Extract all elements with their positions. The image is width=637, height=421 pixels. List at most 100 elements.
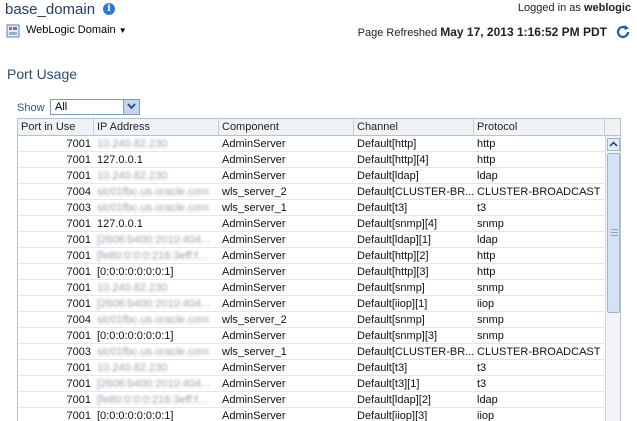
- cell-ip-address: 127.0.0.1: [97, 154, 143, 166]
- cell-channel: Default[http]: [357, 138, 417, 150]
- cell-ip-address: [2606:b400:2010:404...: [97, 378, 211, 390]
- cell-port: 7001: [66, 154, 91, 166]
- refresh-icon[interactable]: [615, 24, 631, 40]
- login-user[interactable]: weblogic: [584, 2, 631, 14]
- table-row[interactable]: 7001 [fe80:0:0:0:216:3eff:f... AdminServer…: [18, 392, 605, 408]
- cell-channel: Default[ldap][2]: [357, 394, 431, 406]
- table-row[interactable]: 7001 [2606:b400:2010:404... AdminServer Def…: [18, 376, 605, 392]
- cell-component: AdminServer: [222, 330, 286, 342]
- scroll-up-button[interactable]: [607, 138, 620, 151]
- table-row[interactable]: 7001 127.0.0.1 AdminServer Default[snmp][4]…: [18, 216, 605, 232]
- cell-component: AdminServer: [222, 266, 286, 278]
- scroll-thumb-grip: [611, 232, 618, 233]
- table-row[interactable]: 7001 10.240.82.230 AdminServer Default[snmp…: [18, 280, 605, 296]
- cell-channel: Default[snmp][4]: [357, 218, 438, 230]
- cell-channel: Default[CLUSTER-BR...: [357, 346, 474, 358]
- table-row[interactable]: 7001 10.240.82.230 AdminServer Default[t3] t…: [18, 360, 605, 376]
- cell-protocol: iiop: [477, 298, 495, 310]
- show-select[interactable]: All: [50, 99, 140, 115]
- cell-port: 7001: [66, 170, 91, 182]
- scroll-thumb[interactable]: [607, 153, 620, 313]
- cell-component: wls_server_2: [222, 186, 287, 198]
- scroll-thumb-grip: [611, 229, 618, 230]
- table-row[interactable]: 7003 slc01fbc.us.oracle.com wls_server_1 De…: [18, 344, 605, 360]
- section-title: Port Usage: [7, 66, 78, 82]
- table-row[interactable]: 7001 [fe80:0:0:0:216:3eff:f... AdminServer…: [18, 248, 605, 264]
- column-header-component[interactable]: Component: [219, 119, 354, 136]
- cell-channel: Default[snmp]: [357, 314, 425, 326]
- scroll-thumb-grip: [611, 235, 618, 236]
- cell-ip-address: slc01fbc.us.oracle.com: [97, 186, 209, 198]
- cell-channel: Default[t3]: [357, 202, 408, 214]
- table-row[interactable]: 7004 slc01fbc.us.oracle.com wls_server_2 De…: [18, 184, 605, 200]
- cell-ip-address: [2606:b400:2010:404...: [97, 298, 211, 310]
- table-row[interactable]: 7001 [0:0:0:0:0:0:0:1] AdminServer Default[…: [18, 264, 605, 280]
- cell-ip-address: slc01fbc.us.oracle.com: [97, 314, 209, 326]
- table-row[interactable]: 7001 127.0.0.1 AdminServer Default[http][4]…: [18, 152, 605, 168]
- table-row[interactable]: 7001 [0:0:0:0:0:0:0:1] AdminServer Default[…: [18, 328, 605, 344]
- table-row[interactable]: 7001 [2606:b400:2010:404... AdminServer Def…: [18, 232, 605, 248]
- cell-protocol: iiop: [477, 410, 495, 421]
- cell-ip-address: [fe80:0:0:0:216:3eff:f...: [97, 250, 207, 262]
- column-header-protocol[interactable]: Protocol: [474, 119, 605, 136]
- cell-protocol: ldap: [477, 170, 498, 182]
- table-row[interactable]: 7001 10.240.82.230 AdminServer Default[ldap…: [18, 168, 605, 184]
- column-header-spacer: [605, 119, 620, 136]
- chevron-down-icon: ▼: [118, 26, 127, 35]
- cell-component: AdminServer: [222, 378, 286, 390]
- cell-channel: Default[http][4]: [357, 154, 429, 166]
- table-row[interactable]: 7004 slc01fbc.us.oracle.com wls_server_2 De…: [18, 312, 605, 328]
- cell-component: AdminServer: [222, 138, 286, 150]
- show-select-dropdown-button[interactable]: [123, 100, 139, 114]
- cell-protocol: http: [477, 138, 496, 150]
- table-header: Port in Use IP Address Component Channel…: [18, 119, 620, 136]
- table-row[interactable]: 7003 slc01fbc.us.oracle.com wls_server_1 De…: [18, 200, 605, 216]
- weblogic-domain-icon[interactable]: [6, 24, 20, 38]
- cell-port: 7001: [66, 378, 91, 390]
- cell-component: AdminServer: [222, 170, 286, 182]
- cell-port: 7001: [66, 266, 91, 278]
- cell-port: 7004: [66, 186, 91, 198]
- chevron-down-icon: [127, 103, 136, 110]
- info-icon[interactable]: i: [103, 3, 115, 15]
- cell-ip-address: [0:0:0:0:0:0:0:1]: [97, 330, 174, 342]
- cell-channel: Default[t3]: [357, 362, 408, 374]
- cell-port: 7003: [66, 202, 91, 214]
- weblogic-domain-menu[interactable]: WebLogic Domain ▼: [26, 24, 127, 36]
- cell-protocol: snmp: [477, 218, 504, 230]
- column-header-ip[interactable]: IP Address: [94, 119, 219, 136]
- cell-protocol: CLUSTER-BROADCAST: [477, 346, 601, 358]
- login-info: Logged in as weblogic: [518, 2, 631, 14]
- scroll-up-arrow-icon: [609, 141, 618, 147]
- domain-title[interactable]: base_domain: [5, 1, 95, 18]
- cell-ip-address: slc01fbc.us.oracle.com: [97, 346, 209, 358]
- show-select-value: All: [55, 101, 68, 113]
- cell-port: 7001: [66, 362, 91, 374]
- cell-channel: Default[iiop][3]: [357, 410, 428, 421]
- cell-port: 7001: [66, 330, 91, 342]
- show-label: Show: [17, 102, 45, 114]
- cell-port: 7003: [66, 346, 91, 358]
- cell-ip-address: 127.0.0.1: [97, 218, 143, 230]
- table-body: 7001 10.240.82.230 AdminServer Default[http…: [18, 136, 605, 421]
- cell-ip-address: slc01fbc.us.oracle.com: [97, 202, 209, 214]
- cell-component: AdminServer: [222, 234, 286, 246]
- cell-protocol: t3: [477, 362, 487, 374]
- cell-protocol: ldap: [477, 394, 498, 406]
- vertical-scrollbar[interactable]: [605, 136, 620, 421]
- cell-channel: Default[CLUSTER-BR...: [357, 186, 474, 198]
- column-header-port[interactable]: Port in Use: [18, 119, 94, 136]
- cell-channel: Default[ldap][1]: [357, 234, 431, 246]
- table-row[interactable]: 7001 [0:0:0:0:0:0:0:1] AdminServer Default[…: [18, 408, 605, 421]
- column-header-channel[interactable]: Channel: [354, 119, 474, 136]
- refresh-time: May 17, 2013 1:16:52 PM PDT: [440, 25, 607, 39]
- cell-component: AdminServer: [222, 410, 286, 421]
- login-prefix: Logged in as: [517, 2, 581, 14]
- cell-component: wls_server_1: [222, 202, 287, 214]
- cell-component: wls_server_2: [222, 314, 287, 326]
- table-row[interactable]: 7001 [2606:b400:2010:404... AdminServer Def…: [18, 296, 605, 312]
- cell-channel: Default[t3][1]: [357, 378, 420, 390]
- page-refreshed: Page Refreshed May 17, 2013 1:16:52 PM P…: [358, 25, 607, 39]
- cell-component: AdminServer: [222, 394, 286, 406]
- table-row[interactable]: 7001 10.240.82.230 AdminServer Default[http…: [18, 136, 605, 152]
